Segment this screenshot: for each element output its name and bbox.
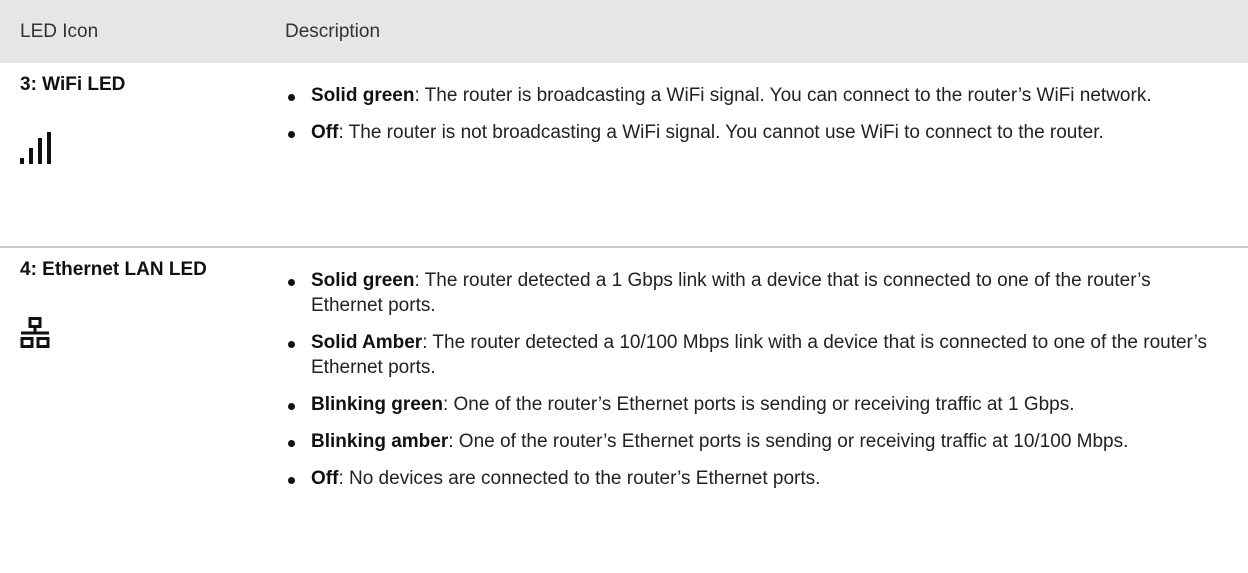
status-term: Solid green [311,270,415,291]
table-row: 4: Ethernet LAN LED Solid green: The rou… [0,248,1248,571]
status-term: Solid Amber [311,332,423,353]
status-term: Blinking green [311,394,443,415]
status-text: : One of the router’s Ethernet ports is … [442,394,1075,415]
wifi-signal-bars-icon [20,132,285,171]
list-item: Off: No devices are connected to the rou… [285,466,1208,491]
list-item: Off: The router is not broadcasting a Wi… [285,120,1208,145]
list-item: Solid green: The router detected a 1 Gbp… [285,268,1208,318]
led-cell: 4: Ethernet LAN LED [0,248,285,571]
list-item: Blinking green: One of the router’s Ethe… [285,392,1208,417]
list-item: Blinking amber: One of the router’s Ethe… [285,429,1208,454]
status-list: Solid green: The router detected a 1 Gbp… [285,248,1248,491]
status-text: : The router detected a 10/100 Mbps link… [311,332,1207,378]
status-term: Off [311,468,339,489]
ethernet-network-icon [20,317,285,354]
table-row: 3: WiFi LED Solid green: The router is b… [0,63,1248,248]
led-cell: 3: WiFi LED [0,63,285,246]
led-name: 4: Ethernet LAN LED [20,259,207,280]
status-list: Solid green: The router is broadcasting … [285,63,1248,145]
header-description: Description [285,20,381,42]
status-term: Off [311,122,339,143]
status-text: : No devices are connected to the router… [338,468,821,489]
status-text: : One of the router’s Ethernet ports is … [448,431,1129,452]
table-header-row: LED Icon Description [0,0,1248,63]
description-cell: Solid green: The router detected a 1 Gbp… [285,248,1248,571]
description-cell: Solid green: The router is broadcasting … [285,63,1248,246]
led-name: 3: WiFi LED [20,74,126,95]
status-text: : The router is not broadcasting a WiFi … [338,122,1104,143]
header-led-icon: LED Icon [20,20,99,42]
list-item: Solid green: The router is broadcasting … [285,83,1208,108]
status-term: Blinking amber [311,431,449,452]
status-term: Solid green [311,85,415,106]
led-table: LED Icon Description 3: WiFi LED Solid g… [0,0,1248,571]
status-text: : The router detected a 1 Gbps link with… [311,270,1151,316]
status-text: : The router is broadcasting a WiFi sign… [414,85,1152,106]
list-item: Solid Amber: The router detected a 10/10… [285,330,1208,380]
